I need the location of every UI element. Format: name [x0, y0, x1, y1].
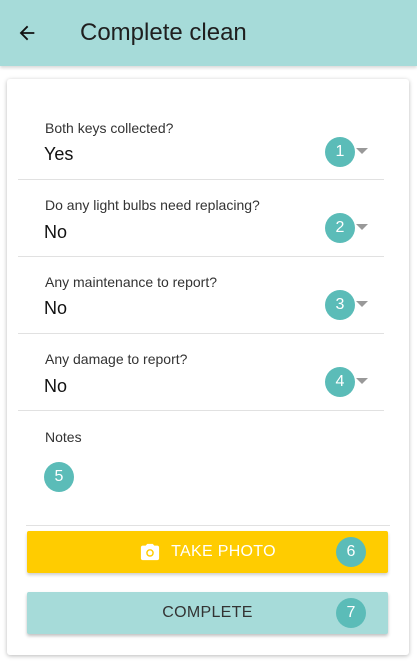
- chevron-down-icon[interactable]: [356, 224, 368, 230]
- light-bulbs-value[interactable]: No: [44, 222, 67, 243]
- take-photo-button[interactable]: TAKE PHOTO: [27, 531, 388, 573]
- step-badge-1: 1: [325, 137, 355, 167]
- step-badge-5: 5: [44, 462, 74, 492]
- keys-collected-value[interactable]: Yes: [44, 144, 73, 165]
- notes-label: Notes: [45, 429, 82, 445]
- step-badge-6: 6: [336, 537, 366, 567]
- step-badge-4: 4: [325, 367, 355, 397]
- app-bar: Complete clean: [0, 0, 417, 66]
- camera-icon: [139, 542, 161, 562]
- step-badge-2: 2: [325, 213, 355, 243]
- step-badge-3: 3: [325, 290, 355, 320]
- take-photo-label: TAKE PHOTO: [171, 543, 276, 560]
- damage-value[interactable]: No: [44, 376, 67, 397]
- notes-divider: [26, 525, 390, 526]
- damage-label: Any damage to report?: [45, 351, 188, 367]
- maintenance-label: Any maintenance to report?: [45, 274, 217, 290]
- complete-label: COMPLETE: [162, 604, 253, 621]
- chevron-down-icon[interactable]: [356, 378, 368, 384]
- arrow-left-icon: [19, 25, 35, 41]
- maintenance-value[interactable]: No: [44, 298, 67, 319]
- chevron-down-icon[interactable]: [356, 301, 368, 307]
- page-title: Complete clean: [80, 19, 247, 46]
- light-bulbs-label: Do any light bulbs need replacing?: [45, 197, 260, 213]
- step-badge-7: 7: [336, 598, 366, 628]
- keys-collected-label: Both keys collected?: [45, 120, 174, 136]
- back-button[interactable]: [14, 20, 40, 46]
- chevron-down-icon[interactable]: [356, 148, 368, 154]
- complete-button[interactable]: COMPLETE: [27, 592, 388, 634]
